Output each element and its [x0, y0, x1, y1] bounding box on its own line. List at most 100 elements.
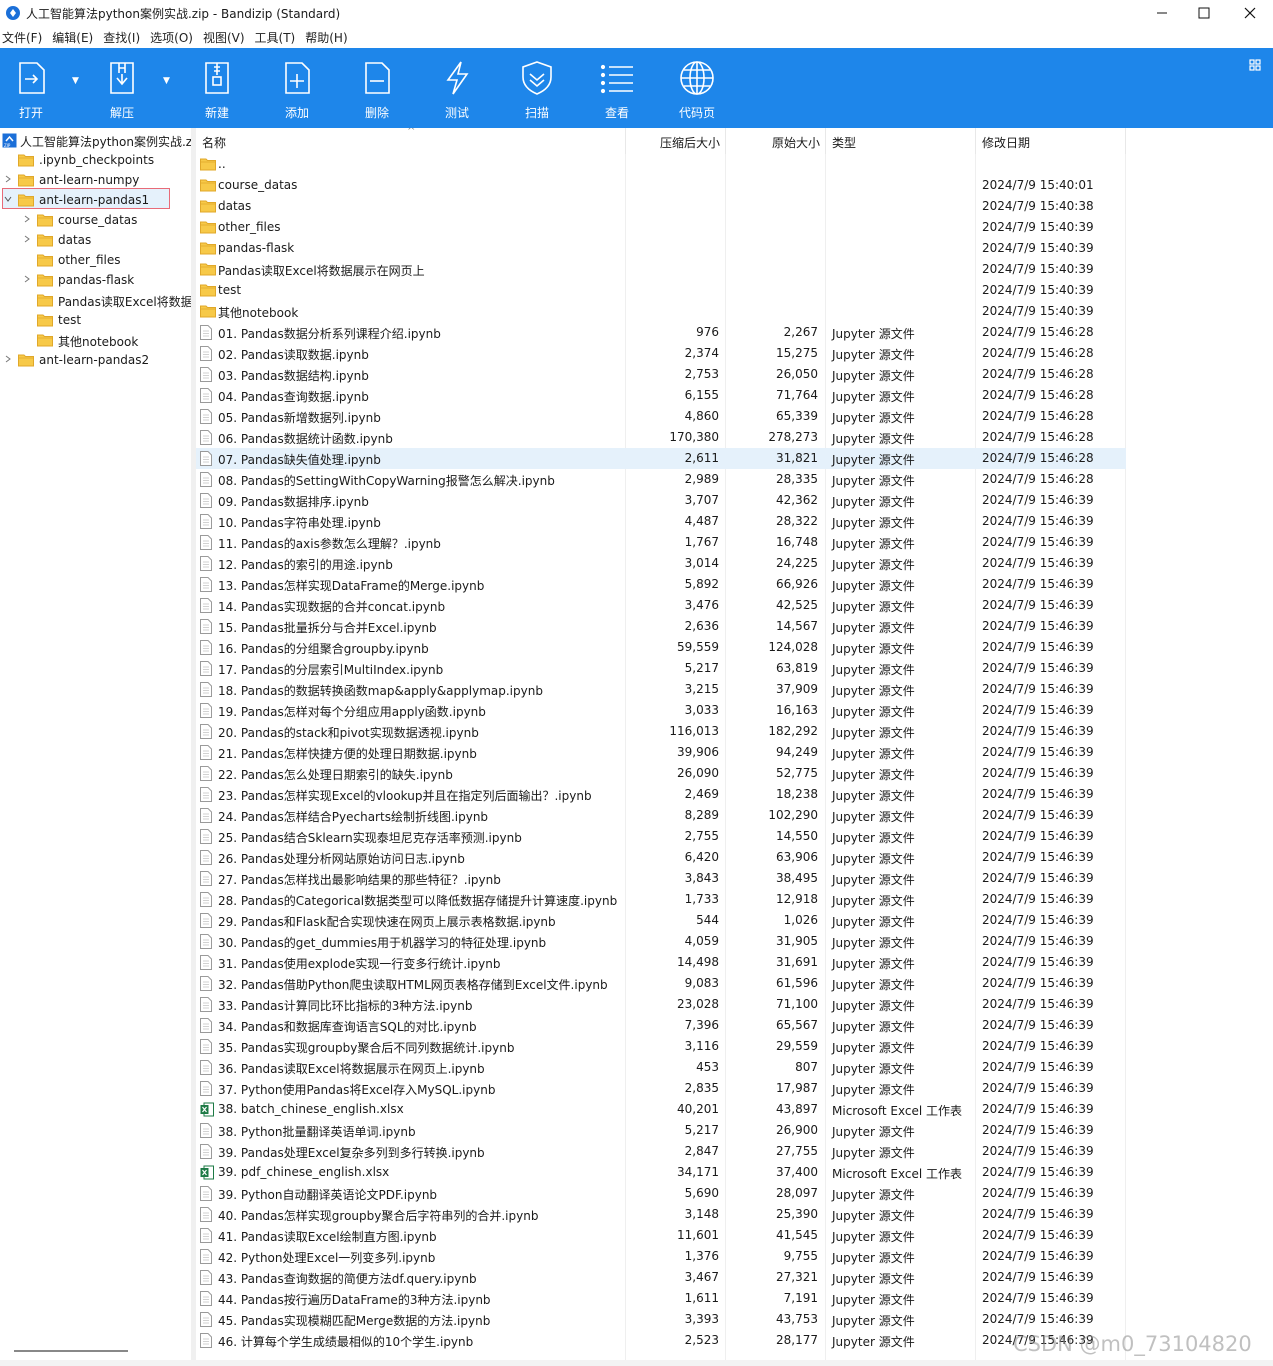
file-row[interactable]: 03. Pandas数据结构.ipynb 2,753 26,050 Jupyter 源… [196, 364, 1126, 385]
file-row[interactable]: 46. 计算每个学生成绩最相似的10个学生.ipynb 2,523 28,177 Ju… [196, 1330, 1126, 1351]
file-row[interactable]: 39. Python自动翻译英语论文PDF.ipynb 5,690 28,097 Ju… [196, 1183, 1126, 1204]
file-row[interactable]: 27. Pandas怎样找出最影响结果的那些特征？.ipynb 3,843 38,4… [196, 868, 1126, 889]
file-row[interactable]: 24. Pandas怎样结合Pyecharts绘制折线图.ipynb 8,289 1… [196, 805, 1126, 826]
column-name[interactable]: 名称 [202, 134, 226, 151]
vertical-scrollbar[interactable] [1263, 128, 1272, 1360]
file-row[interactable]: 04. Pandas查询数据.ipynb 6,155 71,764 Jupyter 源… [196, 385, 1126, 406]
open-button[interactable]: 打开 [0, 48, 66, 128]
folder-row[interactable]: pandas-flask 2024/7/9 15:40:39 [196, 238, 1126, 259]
file-row[interactable]: 01. Pandas数据分析系列课程介绍.ipynb 976 2,267 Jupyte… [196, 322, 1126, 343]
file-row[interactable]: 38. Python批量翻译英语单词.ipynb 5,217 26,900 Jupyt… [196, 1120, 1126, 1141]
file-row[interactable]: 38. batch_chinese_english.xlsx 40,201 43,8… [196, 1099, 1126, 1120]
menu-tools[interactable]: 工具(T) [253, 27, 304, 47]
file-row[interactable]: 33. Pandas计算同比环比指标的3种方法.ipynb 23,028 71,10… [196, 994, 1126, 1015]
file-row[interactable]: 17. Pandas的分层索引MultiIndex.ipynb 5,217 63,8… [196, 658, 1126, 679]
minimize-button[interactable] [1139, 0, 1185, 26]
file-row[interactable]: 09. Pandas数据排序.ipynb 3,707 42,362 Jupyter 源… [196, 490, 1126, 511]
file-row[interactable]: 13. Pandas怎样实现DataFrame的Merge.ipynb 5,892… [196, 574, 1126, 595]
file-row[interactable]: 35. Pandas实现groupby聚合后不同列数据统计.ipynb 3,116… [196, 1036, 1126, 1057]
file-row[interactable]: 20. Pandas的stack和pivot实现数据透视.ipynb 116,01… [196, 721, 1126, 742]
file-row[interactable]: 44. Pandas按行遍历DataFrame的3种方法.ipynb 1,611 7… [196, 1288, 1126, 1309]
add-button[interactable]: 添加 [262, 48, 332, 128]
file-row[interactable]: 25. Pandas结合Sklearn实现泰坦尼克存活率预测.ipynb 2,75… [196, 826, 1126, 847]
tree-item[interactable]: pandas-flask [0, 270, 191, 290]
tree-root[interactable]: ZIP 人工智能算法python案例实战.zip [0, 130, 191, 150]
close-button[interactable] [1227, 0, 1273, 26]
column-modified[interactable]: 修改日期 [982, 134, 1030, 151]
file-row[interactable]: 10. Pandas字符串处理.ipynb 4,487 28,322 Jupyter … [196, 511, 1126, 532]
file-row[interactable]: 30. Pandas的get_dummies用于机器学习的特征处理.ipynb 4… [196, 931, 1126, 952]
file-row[interactable]: 07. Pandas缺失值处理.ipynb 2,611 31,821 Jupyter … [196, 448, 1126, 469]
chevron-right-icon[interactable] [22, 234, 32, 244]
tree-item[interactable]: Pandas读取Excel将数据展示在网页上 [0, 290, 191, 310]
folder-row[interactable]: other_files 2024/7/9 15:40:39 [196, 217, 1126, 238]
column-original[interactable]: 原始大小 [772, 134, 820, 151]
maximize-button[interactable] [1181, 0, 1227, 26]
file-row[interactable]: 26. Pandas处理分析网站原始访问日志.ipynb 6,420 63,906 J… [196, 847, 1126, 868]
open-dropdown-icon[interactable]: ▼ [72, 76, 79, 86]
scan-button[interactable]: 扫描 [502, 48, 572, 128]
file-row[interactable]: 12. Pandas的索引的用途.ipynb 3,014 24,225 Jupyter… [196, 553, 1126, 574]
file-row[interactable]: 39. Pandas处理Excel复杂多列到多行转换.ipynb 2,847 27,… [196, 1141, 1126, 1162]
file-row[interactable]: 29. Pandas和Flask配合实现快速在网页上展示表格数据.ipynb 54… [196, 910, 1126, 931]
new-button[interactable]: 新建 [182, 48, 252, 128]
file-row[interactable]: 43. Pandas查询数据的简便方法df.query.ipynb 3,467 27… [196, 1267, 1126, 1288]
view-button[interactable]: 查看 [582, 48, 652, 128]
file-row[interactable]: 36. Pandas读取Excel将数据展示在网页上.ipynb 453 807 Ju… [196, 1057, 1126, 1078]
tree-item[interactable]: .ipynb_checkpoints [0, 150, 191, 170]
folder-row[interactable]: datas 2024/7/9 15:40:38 [196, 196, 1126, 217]
file-row[interactable]: 31. Pandas使用explode实现一行变多行统计.ipynb 14,498… [196, 952, 1126, 973]
tree-item[interactable]: ant-learn-numpy [0, 170, 191, 190]
file-row[interactable]: 05. Pandas新增数据列.ipynb 4,860 65,339 Jupyter … [196, 406, 1126, 427]
tree-item[interactable]: ant-learn-pandas2 [0, 350, 191, 370]
file-row[interactable]: 23. Pandas怎样实现Excel的vlookup并且在指定列后面输出？.i… [196, 784, 1126, 805]
file-row[interactable]: 42. Python处理Excel一列变多列.ipynb 1,376 9,755 Ju… [196, 1246, 1126, 1267]
tree-item[interactable]: other_files [0, 250, 191, 270]
file-row[interactable]: 28. Pandas的Categorical数据类型可以降低数据存储提升计算速度… [196, 889, 1126, 910]
folder-row[interactable]: .. [196, 154, 1126, 175]
chevron-right-icon[interactable] [22, 274, 32, 284]
codepage-button[interactable]: 代码页 [662, 48, 732, 128]
layout-toggle-icon[interactable] [1249, 59, 1261, 71]
file-row[interactable]: 16. Pandas的分组聚合groupby.ipynb 59,559 124,02… [196, 637, 1126, 658]
menu-help[interactable]: 帮助(H) [303, 27, 355, 47]
file-row[interactable]: 19. Pandas怎样对每个分组应用apply函数.ipynb 3,033 16,… [196, 700, 1126, 721]
file-row[interactable]: 40. Pandas怎样实现groupby聚合后字符串列的合并.ipynb 3,1… [196, 1204, 1126, 1225]
folder-row[interactable]: Pandas读取Excel将数据展示在网页上 2024/7/9 15:40:39 [196, 259, 1126, 280]
file-row[interactable]: 37. Python使用Pandas将Excel存入MySQL.ipynb 2,8… [196, 1078, 1126, 1099]
menu-options[interactable]: 选项(O) [148, 27, 201, 47]
file-row[interactable]: 41. Pandas读取Excel绘制直方图.ipynb 11,601 41,545… [196, 1225, 1126, 1246]
file-row[interactable]: 15. Pandas批量拆分与合并Excel.ipynb 2,636 14,567 J… [196, 616, 1126, 637]
delete-button[interactable]: 删除 [342, 48, 412, 128]
chevron-right-icon[interactable] [3, 354, 13, 364]
folder-row[interactable]: 其他notebook 2024/7/9 15:40:39 [196, 301, 1126, 322]
chevron-right-icon[interactable] [3, 174, 13, 184]
folder-row[interactable]: test 2024/7/9 15:40:39 [196, 280, 1126, 301]
menu-file[interactable]: 文件(F) [0, 27, 50, 47]
file-row[interactable]: 22. Pandas怎么处理日期索引的缺失.ipynb 26,090 52,775 J… [196, 763, 1126, 784]
column-compressed[interactable]: 压缩后大小 [660, 134, 720, 151]
file-row[interactable]: 02. Pandas读取数据.ipynb 2,374 15,275 Jupyter 源… [196, 343, 1126, 364]
file-row[interactable]: 32. Pandas借助Python爬虫读取HTML网页表格存储到Excel文件… [196, 973, 1126, 994]
file-row[interactable]: 11. Pandas的axis参数怎么理解？.ipynb 1,767 16,748 J… [196, 532, 1126, 553]
file-row[interactable]: 14. Pandas实现数据的合并concat.ipynb 3,476 42,525… [196, 595, 1126, 616]
chevron-down-icon[interactable] [3, 194, 13, 204]
file-row[interactable]: 39. pdf_chinese_english.xlsx 34,171 37,400… [196, 1162, 1126, 1183]
file-row[interactable]: 34. Pandas和数据库查询语言SQL的对比.ipynb 7,396 65,56… [196, 1015, 1126, 1036]
folder-row[interactable]: course_datas 2024/7/9 15:40:01 [196, 175, 1126, 196]
file-row[interactable]: 18. Pandas的数据转换函数map&apply&applymap.ipyn… [196, 679, 1126, 700]
file-row[interactable]: 06. Pandas数据统计函数.ipynb 170,380 278,273 Jupy… [196, 427, 1126, 448]
tree-item[interactable]: course_datas [0, 210, 191, 230]
file-row[interactable]: 08. Pandas的SettingWithCopyWarning报警怎么解决.… [196, 469, 1126, 490]
test-button[interactable]: 测试 [422, 48, 492, 128]
chevron-right-icon[interactable] [22, 214, 32, 224]
tree-horizontal-scrollbar[interactable] [14, 1350, 128, 1352]
menu-view[interactable]: 视图(V) [201, 27, 253, 47]
column-type[interactable]: 类型 [832, 134, 856, 151]
menu-edit[interactable]: 编辑(E) [50, 27, 101, 47]
file-row[interactable]: 45. Pandas实现模糊匹配Merge数据的方法.ipynb 3,393 43,… [196, 1309, 1126, 1330]
tree-item[interactable]: datas [0, 230, 191, 250]
tree-item[interactable]: ant-learn-pandas1 [0, 190, 191, 210]
extract-button[interactable]: 解压 [87, 48, 157, 128]
extract-dropdown-icon[interactable]: ▼ [163, 76, 170, 86]
